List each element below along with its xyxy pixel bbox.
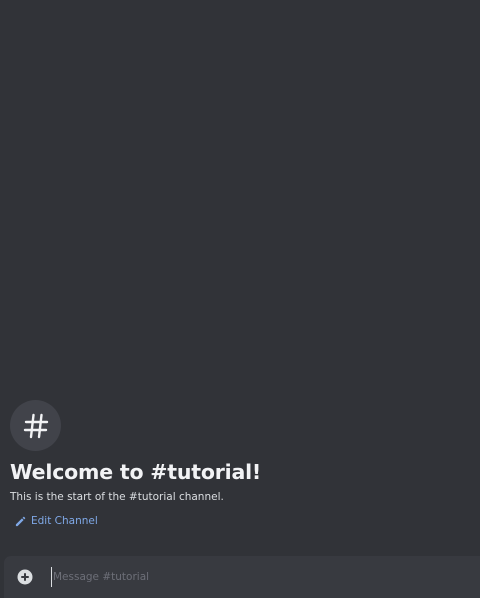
attach-button[interactable]: [17, 569, 33, 585]
hash-icon: [23, 413, 48, 438]
pencil-icon: [15, 516, 26, 526]
welcome-title: Welcome to #tutorial!: [10, 460, 262, 484]
plus-circle-icon: [17, 569, 33, 585]
channel-hash-badge: [10, 400, 61, 451]
chat-view: Welcome to #tutorial! This is the start …: [0, 0, 480, 598]
welcome-subtitle: This is the start of the #tutorial chann…: [10, 491, 224, 503]
edit-channel-button[interactable]: Edit Channel: [15, 513, 98, 529]
message-input[interactable]: [51, 567, 463, 587]
edit-channel-label: Edit Channel: [31, 515, 98, 527]
message-composer: [4, 556, 480, 598]
channel-welcome: Welcome to #tutorial! This is the start …: [10, 400, 470, 531]
